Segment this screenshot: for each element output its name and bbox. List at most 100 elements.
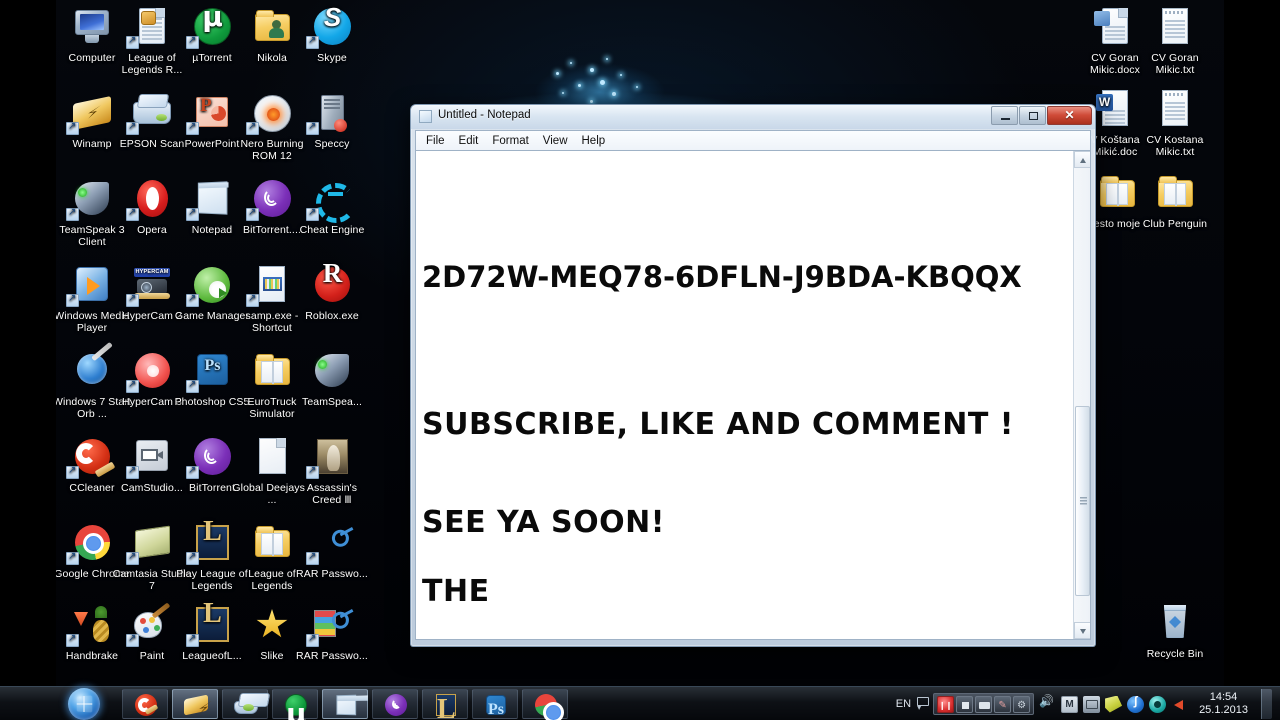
wallpaper-particle (612, 92, 616, 96)
handbrake-icon (66, 604, 116, 648)
desktop-screen: Computer League of Legends R... µTorrent… (0, 0, 1280, 720)
windows7-start-orb-changer-icon (68, 341, 116, 394)
notepad-text-content: 2D72W-MEQ78-6DFLN-J9BDA-KBQQX SUBSCRIBE,… (422, 155, 1070, 616)
notepad-app-icon (419, 110, 432, 123)
desktop-icon-cheat-engine[interactable]: Cheat Engine (292, 178, 372, 237)
audio-file-icon (248, 436, 296, 480)
taskbar-button-google-chrome[interactable] (522, 689, 568, 720)
green-diamond-icon[interactable] (1105, 695, 1123, 713)
assassins-creed-icon (306, 436, 356, 480)
maximize-button[interactable] (1019, 106, 1046, 125)
close-icon: ✕ (1064, 108, 1075, 122)
scroll-up-arrow-icon[interactable] (1074, 151, 1090, 168)
hypercam-pen-icon[interactable] (994, 695, 1012, 714)
menu-help[interactable]: Help (575, 133, 613, 149)
taskbar-button-league-of-legends[interactable] (422, 689, 468, 720)
user-folder-icon (248, 6, 296, 50)
folder-icon (1093, 172, 1141, 216)
scroll-down-arrow-icon[interactable] (1074, 622, 1090, 639)
epson-scan-icon (126, 92, 176, 136)
rar-password-icon (306, 604, 356, 648)
desktop-icon-club-penguin[interactable]: Club Penguin (1135, 172, 1215, 231)
desktop-icon-assassins-creed-3[interactable]: Assassin's Creed Ⅲ (292, 436, 372, 506)
game-manager-icon (186, 264, 236, 308)
notepad-title: Untitled - Notepad (438, 109, 531, 121)
desktop-icon-cv-kostana-mikic-txt[interactable]: CV Kostana Mikic.txt (1135, 88, 1215, 158)
speaker-icon[interactable] (1039, 694, 1056, 713)
taskbar-button-epson-scan[interactable] (222, 689, 268, 719)
hypercam-settings-icon[interactable] (1013, 695, 1031, 714)
volume-icon[interactable] (1171, 696, 1188, 713)
close-button[interactable]: ✕ (1047, 106, 1092, 125)
start-button[interactable] (68, 688, 100, 720)
taskbar-button-winamp[interactable] (172, 689, 218, 719)
computer-icon (68, 6, 116, 50)
wallpaper-particle (606, 58, 608, 60)
language-indicator[interactable]: EN (896, 698, 911, 710)
text-line-see-ya-soon: SEE YA SOON! (422, 505, 665, 540)
hypercam-toolbar[interactable] (933, 693, 1035, 715)
desktop-icon-speccy[interactable]: Speccy (292, 92, 372, 151)
folder-icon (1151, 172, 1199, 216)
vertical-scrollbar[interactable] (1073, 151, 1090, 639)
desktop-icon-rar-password-2[interactable]: RAR Passwo... (292, 604, 372, 663)
desktop-icon-cv-goran-mikic-txt[interactable]: CV Goran Mikic.txt (1135, 6, 1215, 76)
google-chrome-icon (66, 522, 116, 566)
taskbar-button-photoshop[interactable] (472, 689, 518, 719)
menu-view[interactable]: View (536, 133, 575, 149)
menu-file[interactable]: File (419, 133, 452, 149)
hypercam3-icon (126, 350, 176, 394)
desktop-icon-recycle-bin[interactable]: Recycle Bin (1135, 602, 1215, 661)
keyboard-layout-icon[interactable] (916, 696, 930, 712)
word-docx-file-icon (1091, 6, 1139, 50)
minimize-button[interactable] (991, 106, 1018, 125)
folder-icon (248, 522, 296, 566)
show-desktop-button[interactable] (1261, 689, 1272, 719)
folder-icon (248, 350, 296, 394)
nero-burning-rom-icon (246, 92, 296, 136)
powerpoint-icon (186, 92, 236, 136)
notepad-menubar: File Edit Format View Help (415, 130, 1091, 150)
desktop-icon-roblox[interactable]: Roblox.exe (292, 264, 372, 323)
taskbar: EN 14:54 25.1.2013 (0, 686, 1280, 720)
clock[interactable]: 14:54 25.1.2013 (1193, 691, 1254, 717)
wallpaper-particle (636, 86, 638, 88)
malwarebytes-icon[interactable] (1061, 695, 1079, 713)
taskbar-button-ccleaner[interactable] (122, 689, 168, 719)
photoshop-icon (484, 694, 508, 719)
taskbar-button-bittorrent[interactable] (372, 689, 418, 719)
desktop-icon-teamspeak-alt[interactable]: TeamSpea... (292, 350, 372, 409)
window-controls: ✕ (991, 106, 1092, 125)
notepad-text-area[interactable]: 2D72W-MEQ78-6DFLN-J9BDA-KBQQX SUBSCRIBE,… (415, 150, 1091, 640)
windows-media-player-icon (66, 264, 116, 308)
notepad-titlebar[interactable]: Untitled - Notepad ✕ (411, 105, 1095, 129)
scrollbar-thumb[interactable] (1075, 406, 1090, 596)
text-line-blank (422, 302, 1070, 351)
text-line-product-key: 2D72W-MEQ78-6DFLN-J9BDA-KBQQX (422, 260, 1022, 294)
blue-circle-icon[interactable] (1127, 694, 1145, 713)
menu-format[interactable]: Format (485, 133, 535, 149)
paint-icon (126, 602, 176, 648)
hypercam-stop-icon[interactable] (956, 695, 974, 713)
ccleaner-icon (66, 436, 116, 480)
taskbar-button-utorrent[interactable] (272, 689, 318, 720)
hypercam-record-icon[interactable] (937, 695, 955, 714)
ccleaner-icon (134, 694, 159, 716)
word-doc-file-icon (1091, 88, 1139, 132)
notepad-window[interactable]: Untitled - Notepad ✕ File Edit Format Vi… (410, 104, 1096, 647)
cheat-engine-icon (306, 178, 356, 223)
desktop-icon-skype[interactable]: Skype (292, 6, 372, 65)
teal-circle-icon[interactable] (1149, 695, 1167, 713)
letterbox-right (1224, 0, 1280, 686)
league-of-legends-icon (434, 694, 458, 720)
desktop-icon-rar-password-1[interactable]: RAR Passwo... (292, 522, 372, 581)
text-line-blank (422, 351, 1070, 400)
taskbar-button-notepad[interactable] (322, 689, 368, 719)
network-icon[interactable] (1083, 695, 1101, 713)
menu-edit[interactable]: Edit (452, 133, 486, 149)
wallpaper-particle (562, 92, 564, 94)
letterbox-left (0, 0, 56, 686)
hypercam-camera-icon[interactable] (975, 695, 993, 713)
clock-date: 25.1.2013 (1199, 704, 1248, 716)
camtasia-studio-icon (126, 522, 176, 566)
